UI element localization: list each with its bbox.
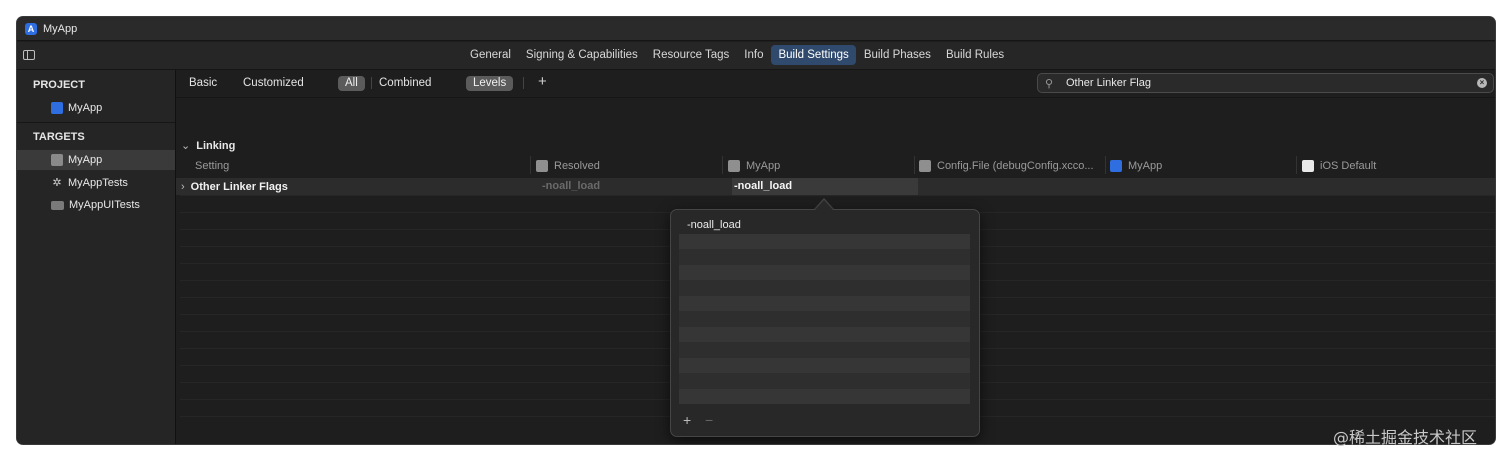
search-icon: ⚲ [1045, 78, 1054, 90]
sidebar-item-label: MyApp [68, 154, 103, 166]
build-settings-editor: Basic Customized All Combined Levels + ⚲… [176, 70, 1495, 444]
list-item[interactable] [679, 280, 970, 296]
list-item[interactable] [679, 326, 970, 342]
target-icon [728, 160, 740, 172]
app-project-icon [51, 102, 63, 114]
column-divider [914, 156, 915, 174]
tab-general[interactable]: General [463, 45, 518, 65]
list-item[interactable] [679, 342, 970, 358]
list-item[interactable] [679, 249, 970, 265]
column-header-resolved: Resolved [536, 158, 600, 174]
column-divider [530, 156, 531, 174]
view-levels-button[interactable]: Levels [466, 76, 514, 91]
list-item[interactable] [679, 357, 970, 373]
filter-customized-button[interactable]: Customized [236, 76, 311, 91]
chevron-down-icon: ⌄ [181, 140, 191, 152]
setting-name[interactable]: › Other Linker Flags [181, 181, 288, 193]
target-value-cell[interactable]: -noall_load [732, 178, 918, 195]
column-divider [1296, 156, 1297, 174]
tab-build-settings[interactable]: Build Settings [771, 45, 856, 65]
unit-test-bundle-icon: ✲ [52, 177, 62, 189]
editor-tabs: General Signing & Capabilities Resource … [463, 45, 1012, 65]
tab-build-phases[interactable]: Build Phases [857, 45, 938, 65]
sidebar-item-target-myapp[interactable]: MyApp [17, 150, 175, 170]
add-value-button[interactable]: + [683, 412, 691, 428]
window-title: MyApp [43, 22, 78, 35]
sidebar-item-label: MyApp [68, 102, 103, 114]
column-header-target-myapp: MyApp [728, 158, 780, 174]
list-item[interactable] [679, 311, 970, 327]
popover-arrow-fill [815, 200, 833, 210]
list-item[interactable] [679, 233, 970, 249]
clear-search-icon[interactable]: × [1477, 78, 1487, 88]
sidebar-item-target-myappuitests[interactable]: MyAppUITests [17, 195, 175, 215]
tab-signing-capabilities[interactable]: Signing & Capabilities [519, 45, 645, 65]
section-header-linking[interactable]: ⌄ Linking [181, 139, 235, 152]
search-field[interactable]: ⚲ × [1037, 73, 1494, 93]
sidebar-item-label: MyAppTests [68, 177, 128, 189]
remove-value-button[interactable]: − [705, 412, 713, 428]
value-editor-popover: -noall_load + − [670, 209, 980, 437]
sidebar-toggle-icon[interactable] [23, 50, 35, 60]
title-bar: A MyApp [17, 17, 1495, 41]
project-icon [1110, 160, 1122, 172]
list-item[interactable] [679, 264, 970, 280]
sidebar-item-label: MyAppUITests [69, 199, 140, 211]
sidebar-divider [17, 122, 175, 123]
targets-header: TARGETS [33, 131, 85, 143]
section-title: Linking [196, 140, 236, 152]
view-combined-button[interactable]: Combined [372, 76, 438, 91]
column-divider [722, 156, 723, 174]
column-divider [1105, 156, 1106, 174]
column-header-setting: Setting [195, 160, 230, 172]
sidebar-item-project-myapp[interactable]: MyApp [17, 98, 175, 118]
project-header: PROJECT [33, 79, 85, 91]
column-header-config-file: Config.File (debugConfig.xcco... [919, 158, 1094, 174]
value-list[interactable] [679, 218, 970, 404]
tab-info[interactable]: Info [737, 45, 770, 65]
chevron-right-icon[interactable]: › [181, 181, 185, 193]
add-setting-button[interactable]: + [538, 73, 547, 90]
ios-default-icon [1302, 160, 1314, 172]
filter-basic-button[interactable]: Basic [182, 76, 224, 91]
column-header-project-myapp: MyApp [1110, 158, 1162, 174]
list-item[interactable] [679, 295, 970, 311]
tab-build-rules[interactable]: Build Rules [939, 45, 1011, 65]
ui-test-bundle-icon [51, 200, 64, 210]
resolved-icon [536, 160, 548, 172]
tab-resource-tags[interactable]: Resource Tags [646, 45, 737, 65]
app-target-icon [51, 154, 63, 166]
list-item[interactable] [679, 373, 970, 389]
watermark: @稀土掘金技术社区 [1333, 428, 1478, 447]
editor-tab-bar: General Signing & Capabilities Resource … [17, 42, 1495, 70]
resolved-value: -noall_load [542, 180, 601, 192]
filter-divider [523, 77, 524, 89]
search-input[interactable] [1066, 76, 1466, 90]
flag-value[interactable]: -noall_load [687, 219, 741, 231]
filter-all-button[interactable]: All [338, 76, 365, 91]
config-file-icon [919, 160, 931, 172]
column-header-ios-default: iOS Default [1302, 158, 1376, 174]
project-navigator: PROJECT MyApp TARGETS MyApp ✲ MyAppTests… [17, 70, 176, 444]
app-icon: A [25, 22, 37, 35]
list-item[interactable] [679, 388, 970, 404]
sidebar-item-target-myapptests[interactable]: ✲ MyAppTests [17, 173, 175, 193]
filter-bar: Basic Customized All Combined Levels + ⚲… [176, 70, 1495, 98]
xcode-window: A MyApp General Signing & Capabilities R… [17, 17, 1495, 444]
